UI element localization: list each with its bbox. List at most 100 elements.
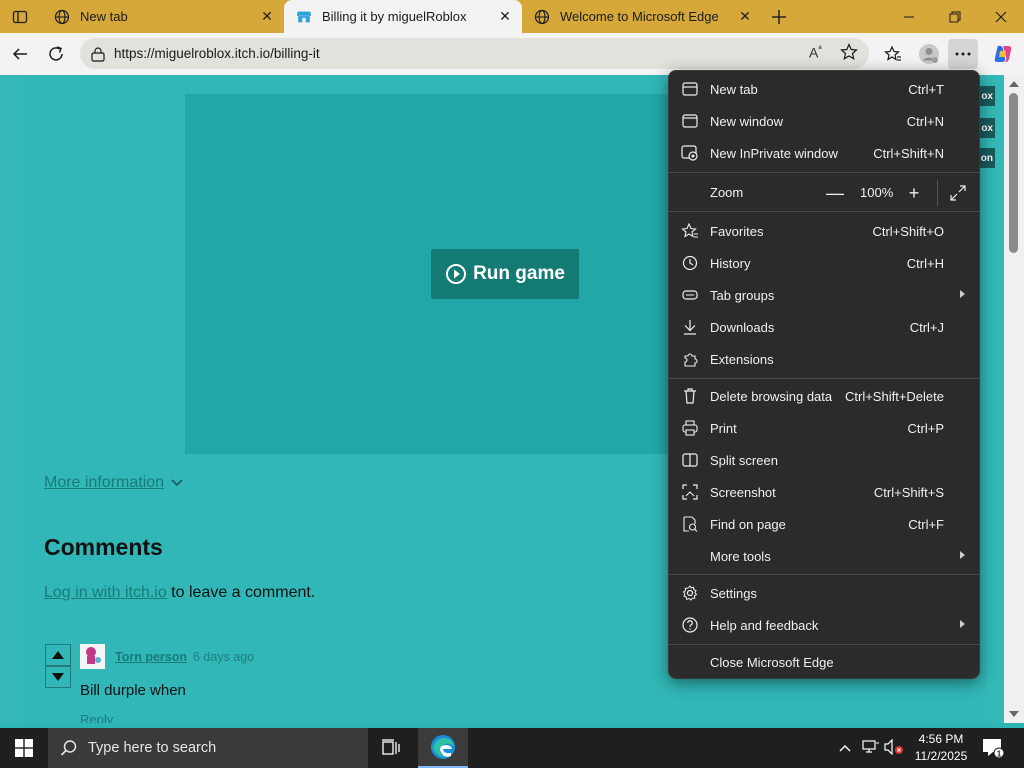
gear-icon (681, 585, 699, 601)
commenter-avatar[interactable] (80, 644, 105, 669)
menu-item-new-tab[interactable]: New tab Ctrl+T (669, 73, 979, 105)
trash-icon (681, 388, 699, 404)
menu-item-print[interactable]: Print Ctrl+P (669, 412, 979, 444)
task-view-icon[interactable] (372, 728, 412, 768)
comment-reply-link[interactable]: Reply (80, 712, 113, 723)
menu-item-label: More tools (710, 549, 771, 564)
scrollbar-thumb[interactable] (1009, 93, 1018, 253)
zoom-out-icon[interactable]: — (826, 183, 844, 203)
start-button[interactable] (0, 728, 48, 768)
tab-label: Welcome to Microsoft Edge (560, 9, 719, 24)
tab-label: New tab (80, 9, 128, 24)
itchio-icon (296, 9, 312, 25)
settings-more-button[interactable] (948, 39, 978, 69)
scroll-down-arrow-icon[interactable] (1009, 711, 1019, 717)
menu-item-shortcut: Ctrl+T (908, 82, 944, 97)
fullscreen-icon[interactable] (949, 184, 967, 202)
screenshot-icon (681, 484, 699, 500)
menu-item-label: New window (710, 114, 783, 129)
upvote-button[interactable] (45, 644, 71, 666)
zoom-in-icon[interactable]: + (905, 183, 923, 203)
menu-item-extensions[interactable]: Extensions (669, 343, 979, 375)
menu-item-shortcut: Ctrl+H (906, 256, 944, 271)
search-placeholder: Type here to search (88, 740, 217, 756)
restore-button[interactable] (932, 0, 978, 33)
menu-item-split-screen[interactable]: Split screen (669, 444, 979, 476)
comment-timestamp: 6 days ago (193, 650, 255, 664)
address-bar[interactable]: https://miguelroblox.itch.io/billing-it … (80, 38, 869, 69)
menu-item-settings[interactable]: Settings (669, 577, 979, 609)
split-screen-icon (681, 452, 699, 468)
comments-heading: Comments (44, 534, 163, 560)
read-aloud-icon[interactable]: Aª (809, 44, 822, 61)
menu-item-help-feedback[interactable]: Help and feedback (669, 609, 979, 641)
menu-item-history[interactable]: History Ctrl+H (669, 247, 979, 279)
login-link[interactable]: Log in with itch.io (44, 584, 167, 601)
menu-divider (669, 644, 979, 645)
site-info-icon[interactable] (90, 46, 106, 67)
volume-muted-icon[interactable] (884, 738, 904, 760)
menu-item-label: Delete browsing data (710, 389, 833, 404)
url-text[interactable]: https://miguelroblox.itch.io/billing-it (114, 46, 320, 61)
profile-avatar-icon[interactable] (914, 39, 944, 69)
taskbar-clock[interactable]: 4:56 PM 11/2/2025 (908, 731, 974, 765)
game-embed-frame: Run game (185, 94, 705, 454)
taskbar-search-box[interactable]: Type here to search (48, 728, 368, 768)
downvote-button[interactable] (45, 666, 71, 688)
menu-item-shortcut: Ctrl+J (909, 320, 944, 335)
menu-item-label: Print (710, 421, 737, 436)
help-icon (681, 617, 699, 633)
tab-actions-icon[interactable] (5, 4, 35, 30)
back-button[interactable] (5, 39, 35, 69)
tab-close-icon[interactable]: ✕ (738, 9, 752, 23)
menu-item-label: New InPrivate window (710, 146, 838, 161)
browser-toolbar: https://miguelroblox.itch.io/billing-it … (0, 33, 1024, 75)
menu-item-shortcut: Ctrl+Shift+N (873, 146, 944, 161)
minimize-button[interactable] (886, 0, 932, 33)
settings-menu: New tab Ctrl+T New window Ctrl+N New InP… (668, 70, 980, 679)
submenu-arrow-icon (960, 290, 965, 298)
tab-billing-it[interactable]: Billing it by miguelRoblox ✕ (284, 0, 522, 33)
menu-item-shortcut: Ctrl+Shift+Delete (845, 389, 944, 404)
new-tab-plus-icon[interactable] (764, 4, 794, 30)
menu-item-favorites[interactable]: Favorites Ctrl+Shift+O (669, 215, 979, 247)
favorites-icon[interactable] (878, 39, 908, 69)
menu-item-find-on-page[interactable]: Find on page Ctrl+F (669, 508, 979, 540)
menu-item-tab-groups[interactable]: Tab groups (669, 279, 979, 311)
play-icon (446, 264, 467, 284)
menu-item-close-edge[interactable]: Close Microsoft Edge (669, 646, 979, 678)
menu-item-new-window[interactable]: New window Ctrl+N (669, 105, 979, 137)
tab-close-icon[interactable]: ✕ (498, 9, 512, 23)
copilot-icon[interactable] (988, 39, 1018, 69)
close-window-button[interactable] (978, 0, 1024, 33)
page-scrollbar[interactable] (1004, 75, 1024, 723)
menu-item-downloads[interactable]: Downloads Ctrl+J (669, 311, 979, 343)
tab-close-icon[interactable]: ✕ (260, 9, 274, 23)
scroll-up-arrow-icon[interactable] (1009, 81, 1019, 87)
menu-item-label: Find on page (710, 517, 786, 532)
run-game-button[interactable]: Run game (431, 249, 579, 299)
tray-overflow-chevron-icon[interactable] (838, 740, 852, 758)
tab-label: Billing it by miguelRoblox (322, 9, 467, 24)
print-icon (681, 420, 699, 436)
windows-logo-icon (15, 739, 33, 757)
windows-taskbar: Type here to search 4:56 PM 11/2/2025 1 (0, 728, 1024, 768)
menu-item-label: Favorites (710, 224, 764, 239)
menu-item-shortcut: Ctrl+Shift+O (872, 224, 944, 239)
notifications-icon[interactable]: 1 (982, 738, 1005, 763)
tab-new-tab[interactable]: New tab ✕ (42, 0, 284, 33)
find-icon (681, 516, 699, 532)
comment-author[interactable]: Torn person (115, 650, 187, 664)
refresh-button[interactable] (41, 39, 71, 69)
tab-welcome-edge[interactable]: Welcome to Microsoft Edge ✕ (522, 0, 762, 33)
edge-taskbar-icon[interactable] (418, 728, 468, 768)
menu-item-inprivate[interactable]: New InPrivate window Ctrl+Shift+N (669, 137, 979, 169)
favorite-star-icon[interactable] (840, 43, 858, 66)
menu-item-more-tools[interactable]: More tools (669, 540, 979, 572)
more-information-link[interactable]: More information (44, 474, 184, 492)
network-icon[interactable] (862, 739, 880, 760)
menu-item-delete-browsing-data[interactable]: Delete browsing data Ctrl+Shift+Delete (669, 380, 979, 412)
menu-item-screenshot[interactable]: Screenshot Ctrl+Shift+S (669, 476, 979, 508)
clock-date: 11/2/2025 (914, 749, 968, 763)
run-game-label: Run game (473, 263, 565, 284)
